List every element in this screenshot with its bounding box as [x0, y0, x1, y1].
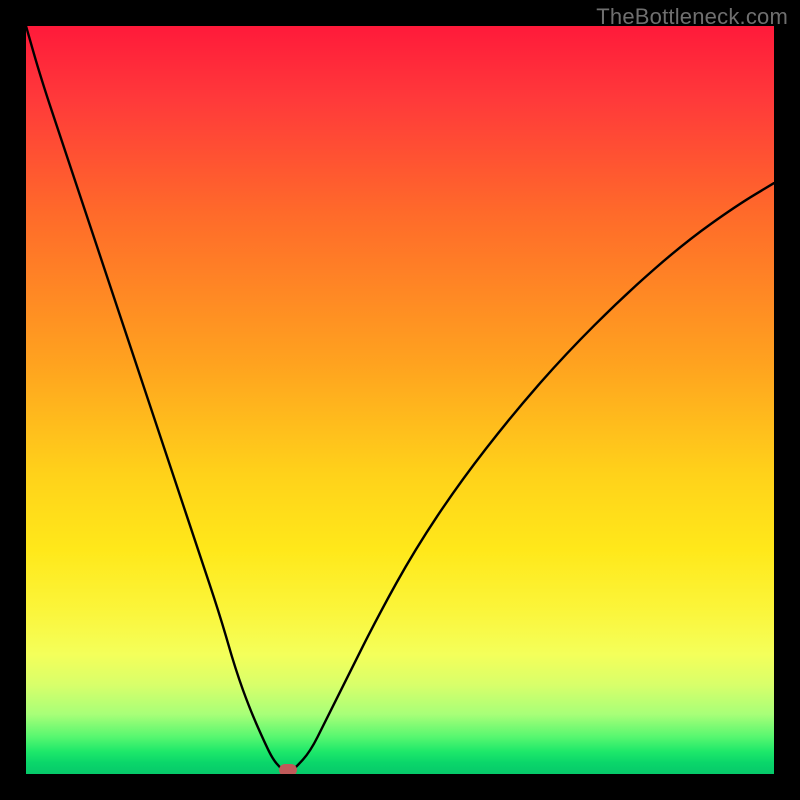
bottleneck-curve [26, 26, 774, 774]
plot-area [26, 26, 774, 774]
chart-frame: TheBottleneck.com [0, 0, 800, 800]
optimal-marker-icon [279, 764, 297, 774]
